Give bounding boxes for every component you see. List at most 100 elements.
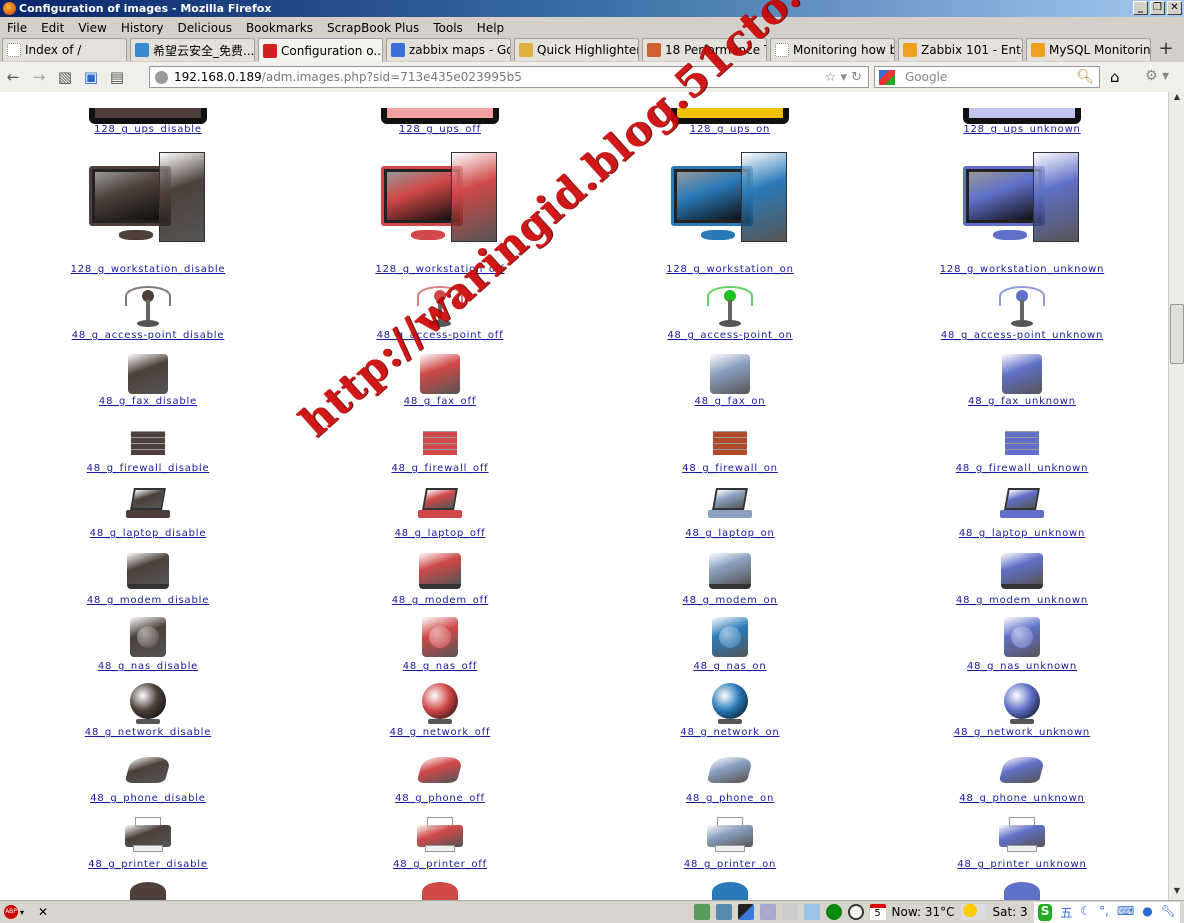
image-link[interactable]: 128_g_workstation_off <box>295 264 585 275</box>
tab-3[interactable]: zabbix maps - Goo... <box>386 38 511 61</box>
tab-4[interactable]: Quick Highlighter: ... <box>514 38 639 61</box>
menu-scrapbook-plus[interactable]: ScrapBook Plus <box>320 21 426 35</box>
calendar-icon[interactable]: 5 <box>869 904 886 920</box>
image-link[interactable]: 48_g_printer_on <box>585 859 875 870</box>
snowflake-icon[interactable] <box>759 904 776 920</box>
half-width-icon[interactable]: ☾ <box>1080 904 1091 921</box>
url-bar[interactable]: 192.168.0.189/adm.images.php?sid=713e435… <box>149 66 869 88</box>
image-link[interactable]: 48_g_laptop_on <box>585 528 875 539</box>
vertical-scrollbar[interactable]: ▲ ▼ <box>1168 92 1184 900</box>
close-window-button[interactable]: ✕ <box>1167 1 1182 15</box>
image-link[interactable]: 128_g_workstation_unknown <box>877 264 1167 275</box>
menu-bookmarks[interactable]: Bookmarks <box>239 21 320 35</box>
image-link[interactable]: 48_g_modem_unknown <box>877 595 1167 606</box>
tab-2[interactable]: Configuration o...✕ <box>258 38 383 62</box>
back-button[interactable]: ← <box>0 68 26 86</box>
search-icon[interactable]: 🔍︎ <box>1076 69 1094 85</box>
image-link[interactable]: 48_g_firewall_off <box>295 463 585 474</box>
ie-tab-icon-2[interactable] <box>715 904 732 920</box>
google-icon[interactable] <box>879 70 895 85</box>
wubi-icon[interactable]: 五 <box>1060 904 1072 921</box>
tab-8[interactable]: MySQL Monitoring ... <box>1026 38 1151 61</box>
clipboard-icon[interactable]: ▤ <box>104 68 130 86</box>
tab-7[interactable]: Zabbix 101 - Enter... <box>898 38 1023 61</box>
close-status-icon[interactable]: ✕ <box>38 905 48 919</box>
clock-icon[interactable] <box>847 904 864 920</box>
keyboard-icon[interactable]: ⌨ <box>1117 904 1134 921</box>
image-link[interactable]: 48_g_fax_unknown <box>877 396 1167 407</box>
image-link[interactable]: 48_g_nas_off <box>295 661 585 672</box>
image-link[interactable]: 128_g_ups_on <box>585 124 875 135</box>
adblock-dropdown-icon[interactable]: ▾ <box>20 908 24 917</box>
menu-tools[interactable]: Tools <box>426 21 470 35</box>
weather-now[interactable]: Now: 31°C <box>892 905 955 919</box>
image-link[interactable]: 48_g_nas_on <box>585 661 875 672</box>
image-link[interactable]: 48_g_phone_off <box>295 793 585 804</box>
adblock-icon[interactable]: ABP <box>4 905 18 919</box>
image-link[interactable]: 48_g_printer_off <box>295 859 585 870</box>
image-link[interactable]: 48_g_access-point_unknown <box>877 330 1167 341</box>
new-tab-button[interactable]: + <box>1154 38 1178 61</box>
image-link[interactable]: 48_g_nas_unknown <box>877 661 1167 672</box>
user-icon[interactable]: ● <box>1142 904 1152 921</box>
image-link[interactable]: 48_g_phone_on <box>585 793 875 804</box>
punctuation-icon[interactable]: °, <box>1099 904 1109 921</box>
image-link[interactable]: 48_g_fax_disable <box>3 396 293 407</box>
image-link[interactable]: 128_g_workstation_on <box>585 264 875 275</box>
green-status-icon[interactable] <box>825 904 842 920</box>
image-link[interactable]: 48_g_phone_unknown <box>877 793 1167 804</box>
sogou-icon[interactable]: S <box>1037 903 1053 921</box>
wrench-icon[interactable]: 🔧︎ <box>1161 904 1176 921</box>
image-link[interactable]: 48_g_fax_on <box>585 396 875 407</box>
menu-edit[interactable]: Edit <box>34 21 71 35</box>
image-link[interactable]: 128_g_workstation_disable <box>3 264 293 275</box>
search-input[interactable]: Google 🔍︎ <box>874 66 1100 88</box>
tab-1[interactable]: 希望云安全_免费... <box>130 38 255 61</box>
panel-icon[interactable] <box>803 904 820 920</box>
menu-history[interactable]: History <box>114 21 171 35</box>
image-link[interactable]: 48_g_modem_on <box>585 595 875 606</box>
menu-file[interactable]: File <box>0 21 34 35</box>
image-link[interactable]: 48_g_modem_disable <box>3 595 293 606</box>
image-link[interactable]: 48_g_laptop_off <box>295 528 585 539</box>
image-link[interactable]: 48_g_fax_off <box>295 396 585 407</box>
image-link[interactable]: 128_g_ups_off <box>295 124 585 135</box>
ie-tab-icon[interactable] <box>693 904 710 920</box>
image-link[interactable]: 48_g_printer_unknown <box>877 859 1167 870</box>
image-link[interactable]: 48_g_modem_off <box>295 595 585 606</box>
tab-5[interactable]: 18 Performance T... <box>642 38 767 61</box>
menu-view[interactable]: View <box>71 21 113 35</box>
image-link[interactable]: 48_g_nas_disable <box>3 661 293 672</box>
minimize-button[interactable]: _ <box>1133 1 1148 15</box>
image-link[interactable]: 48_g_network_disable <box>3 727 293 738</box>
image-link[interactable]: 48_g_laptop_disable <box>3 528 293 539</box>
menu-help[interactable]: Help <box>470 21 511 35</box>
addon-icon[interactable]: ⚙ ▾ <box>1145 68 1169 84</box>
image-link[interactable]: 48_g_access-point_disable <box>3 330 293 341</box>
scrapbook-icon[interactable]: ▧ <box>52 68 78 86</box>
scroll-up-button[interactable]: ▲ <box>1170 92 1184 106</box>
image-link[interactable]: 128_g_ups_disable <box>3 124 293 135</box>
image-link[interactable]: 48_g_phone_disable <box>3 793 293 804</box>
image-link[interactable]: 128_g_ups_unknown <box>877 124 1167 135</box>
forward-button[interactable]: → <box>26 68 52 86</box>
image-link[interactable]: 48_g_laptop_unknown <box>877 528 1167 539</box>
image-link[interactable]: 48_g_network_on <box>585 727 875 738</box>
image-link[interactable]: 48_g_network_off <box>295 727 585 738</box>
sidebar-icon[interactable]: ▣ <box>78 68 104 86</box>
image-link[interactable]: 48_g_access-point_off <box>295 330 585 341</box>
image-link[interactable]: 48_g_firewall_unknown <box>877 463 1167 474</box>
image-link[interactable]: 48_g_firewall_disable <box>3 463 293 474</box>
scrapbook-status-icon[interactable] <box>737 904 754 920</box>
scroll-down-button[interactable]: ▼ <box>1170 886 1184 900</box>
tab-0[interactable]: Index of / <box>2 38 127 61</box>
menu-delicious[interactable]: Delicious <box>171 21 239 35</box>
bookmark-star-reload-icons[interactable]: ☆ ▾ ↻ <box>825 70 862 85</box>
image-link[interactable]: 48_g_access-point_on <box>585 330 875 341</box>
image-link[interactable]: 48_g_printer_disable <box>3 859 293 870</box>
restore-button[interactable]: ❐ <box>1150 1 1165 15</box>
weather-forecast[interactable]: Sat: 3 <box>993 905 1028 919</box>
image-link[interactable]: 48_g_network_unknown <box>877 727 1167 738</box>
image-link[interactable]: 48_g_firewall_on <box>585 463 875 474</box>
mail-icon[interactable] <box>781 904 798 920</box>
